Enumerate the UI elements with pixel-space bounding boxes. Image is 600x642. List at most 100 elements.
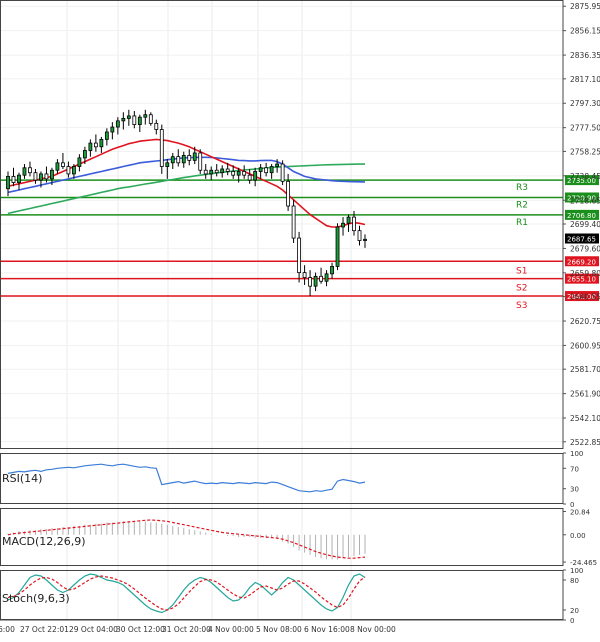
- price-tick-label-13: 2620.75: [570, 317, 600, 326]
- macd-tick-label-1: 0.00: [570, 532, 586, 540]
- candle-body-49: [275, 163, 280, 167]
- x-axis-label-8: 8 Nov 00:00: [350, 625, 396, 634]
- price-tick-label-2: 2836.35: [570, 51, 600, 60]
- candles: [6, 109, 367, 297]
- candle-body-35: [198, 152, 203, 171]
- level-name-r1: R1: [516, 218, 528, 228]
- candle-body-15: [88, 142, 93, 151]
- candle-body-11: [66, 166, 71, 175]
- candle-body-5: [33, 172, 38, 181]
- rsi-label: RSI(14): [2, 472, 42, 485]
- candle-body-10: [61, 162, 65, 167]
- candle-body-39: [220, 168, 225, 174]
- price-tick-label-7: 2738.45: [570, 172, 600, 181]
- candle-body-62: [346, 216, 351, 224]
- candle-body-41: [231, 171, 236, 176]
- level-name-s2: S2: [516, 284, 527, 294]
- candle-body-42: [236, 171, 241, 176]
- level-price-label-r1: 2706.80: [567, 212, 596, 220]
- x-axis-label-3: 30 Oct 12:00: [116, 625, 165, 634]
- price-tick-label-3: 2817.10: [570, 75, 600, 84]
- candle-body-14: [82, 150, 87, 159]
- candle-body-36: [203, 169, 208, 175]
- level-name-s1: S1: [516, 266, 527, 276]
- price-tick-label-4: 2797.30: [570, 99, 600, 108]
- candle-body-21: [121, 118, 126, 122]
- rsi-tick-label-1: 70: [570, 465, 579, 473]
- macd-tick-label-0: 20.84: [570, 509, 591, 517]
- candle-body-4: [28, 167, 32, 174]
- candle-body-3: [22, 167, 27, 176]
- candle-body-2: [17, 174, 21, 183]
- x-axis-label-0: 6:00: [0, 625, 15, 634]
- macd-tick-label-2: -24.465: [570, 559, 597, 567]
- chart-root: R3 2735.00 R2 2720.90 R1 2706.80 S1 2669.20 S2 26…: [0, 0, 600, 638]
- candle-body-28: [159, 129, 164, 167]
- candle-body-26: [148, 114, 153, 124]
- candle-body-43: [242, 171, 247, 176]
- candle-body-60: [335, 226, 340, 267]
- rsi-tick-label-0: 100: [570, 450, 583, 458]
- candle-body-45: [253, 171, 258, 181]
- candle-body-54: [302, 272, 307, 278]
- candle-body-61: [341, 222, 345, 228]
- price-tick-label-5: 2777.50: [570, 124, 600, 133]
- macd-label: MACD(12,26,9): [2, 535, 86, 548]
- candle-body-59: [330, 266, 334, 275]
- candle-body-38: [214, 169, 219, 174]
- candle-body-64: [357, 230, 362, 241]
- candle-body-27: [154, 122, 159, 130]
- level-name-r2: R2: [516, 200, 528, 210]
- candle-body-19: [110, 126, 115, 133]
- x-axis-label-7: 6 Nov 16:00: [304, 625, 350, 634]
- candle-body-37: [209, 169, 214, 175]
- price-tick-label-9: 2699.40: [570, 220, 600, 229]
- candle-body-44: [247, 174, 252, 181]
- price-tick-label-12: 2640.55: [570, 293, 600, 302]
- level-price-label-s1: 2669.20: [567, 258, 596, 266]
- x-axis-label-5: 4 Nov 00:00: [208, 625, 254, 634]
- candle-body-50: [280, 163, 285, 182]
- candle-body-29: [165, 162, 170, 167]
- candle-body-24: [137, 116, 142, 125]
- candle-body-32: [181, 155, 186, 164]
- price-tick-label-17: 2542.10: [570, 414, 600, 423]
- candle-body-9: [55, 162, 60, 171]
- candle-body-12: [72, 166, 76, 175]
- candle-body-16: [93, 142, 98, 148]
- price-tick-label-10: 2679.60: [570, 244, 600, 253]
- candle-body-33: [187, 155, 192, 161]
- panel-frame-3: [0, 570, 564, 620]
- price-tick-label-8: 2718.65: [570, 196, 600, 205]
- x-axis-label-6: 5 Nov 08:00: [256, 625, 302, 634]
- stoch-tick-label-1: 80: [570, 577, 579, 585]
- candle-body-31: [176, 156, 181, 164]
- price-tick-label-6: 2758.25: [570, 147, 600, 156]
- stoch-tick-label-2: 20: [570, 607, 579, 615]
- candle-body-46: [258, 167, 263, 172]
- candle-body-7: [44, 173, 49, 180]
- x-axis-label-1: 27 Oct 22:01: [20, 625, 69, 634]
- x-axis-label-2: 29 Oct 04:00: [69, 625, 118, 634]
- candle-body-55: [308, 277, 312, 287]
- x-axis-label-4: 31 Oct 20:00: [162, 625, 211, 634]
- price-tick-label-16: 2561.90: [570, 390, 600, 399]
- rsi-tick-label-2: 30: [570, 486, 579, 494]
- price-tick-label-0: 2875.95: [570, 2, 600, 11]
- candle-body-0: [6, 175, 10, 190]
- candle-body-56: [313, 275, 318, 287]
- moving-averages: [7, 138, 366, 228]
- stoch-tick-label-0: 100: [570, 567, 583, 575]
- candle-body-65: [363, 238, 367, 241]
- candle-body-20: [115, 120, 120, 128]
- price-tick-label-18: 2522.85: [570, 438, 600, 447]
- candle-body-6: [39, 173, 43, 181]
- price-tick-label-14: 2600.95: [570, 341, 600, 350]
- candle-body-17: [99, 138, 104, 148]
- price-axis: 2875.95 2856.15 2836.35 2817.10 2797.30 2777.…: [563, 2, 600, 625]
- stoch-tick-label-3: 0: [570, 617, 574, 625]
- candle-body-53: [297, 237, 301, 274]
- candle-body-57: [319, 275, 323, 282]
- level-name-r3: R3: [516, 183, 528, 193]
- candle-body-18: [104, 131, 109, 140]
